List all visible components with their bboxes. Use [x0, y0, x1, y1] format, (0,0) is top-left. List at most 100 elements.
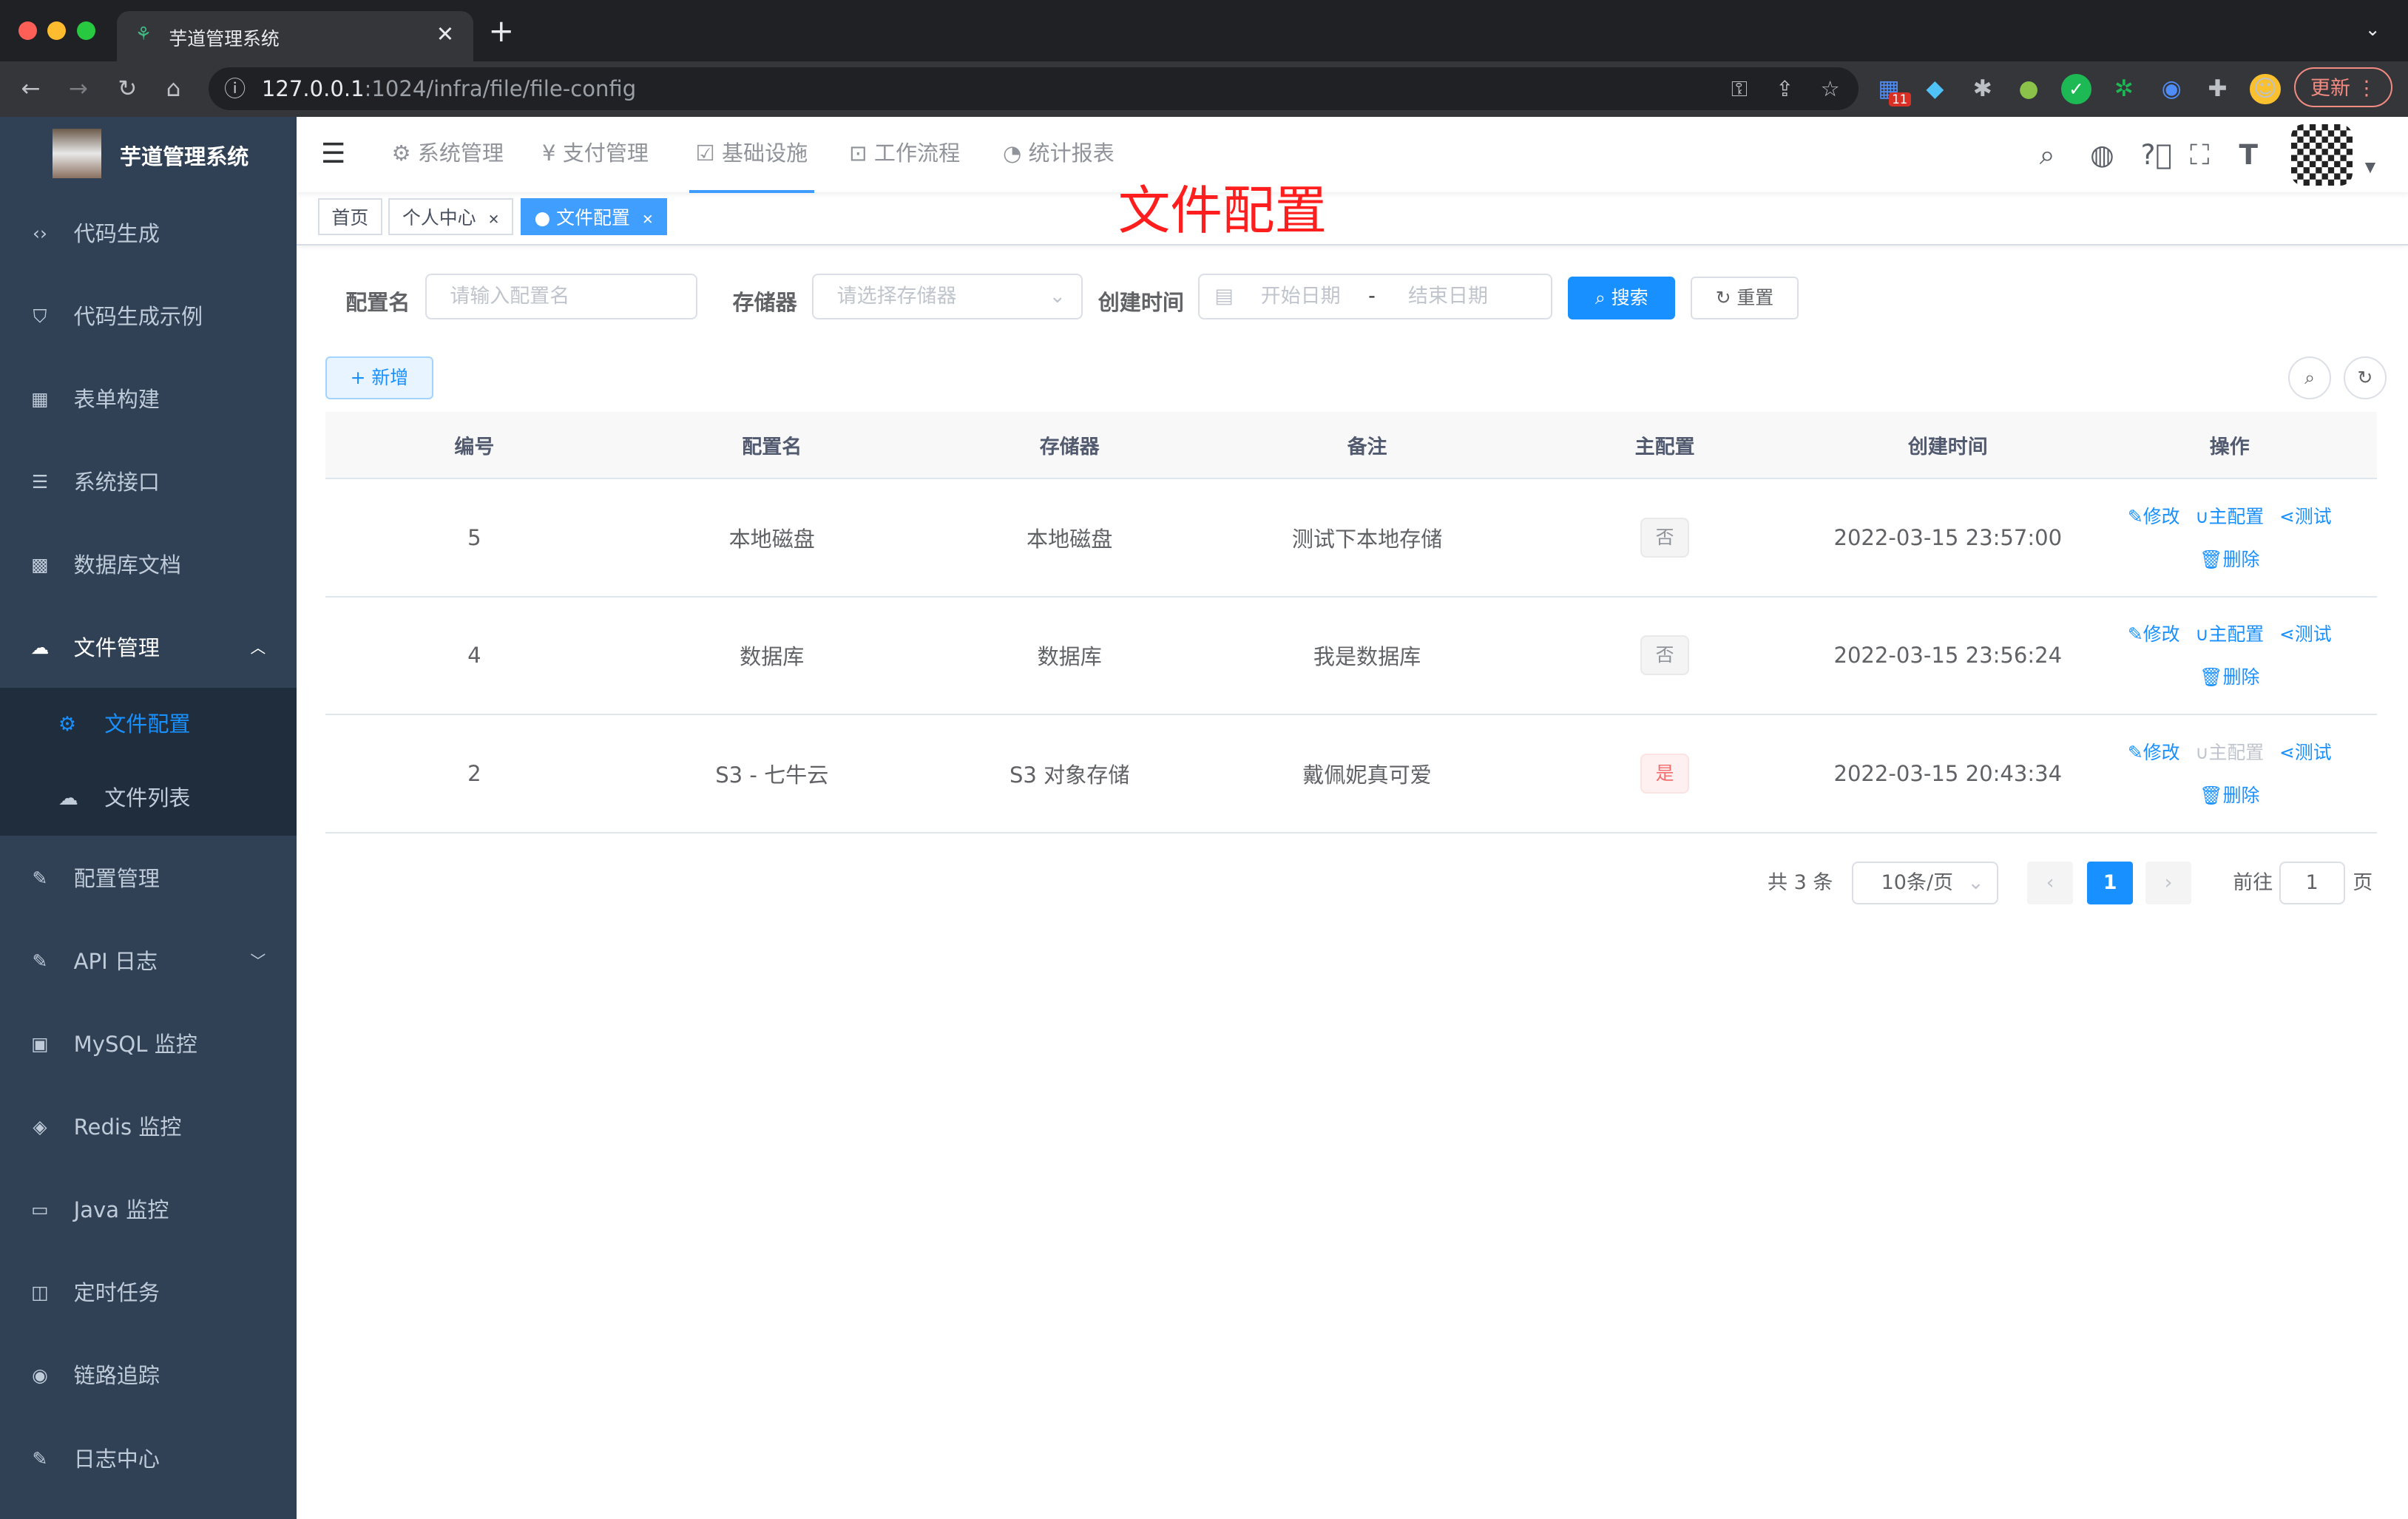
sidebar-item-1[interactable]: ⛉ 代码生成示例	[0, 275, 297, 358]
test-button[interactable]: ⋖测试	[2279, 623, 2332, 645]
refresh-icon[interactable]: ↻	[2343, 356, 2387, 399]
caret-down-icon[interactable]: ▼	[2365, 160, 2375, 175]
minimize-window-button[interactable]	[47, 21, 67, 40]
gem-extension-icon[interactable]: ◆	[1920, 74, 1951, 105]
cloud-upload-icon: ☁	[58, 786, 78, 810]
delete-button[interactable]: 🗑删除	[2199, 785, 2259, 806]
edit-icon: ✎	[2127, 742, 2143, 764]
top-menu-0[interactable]: ⚙ 系统管理	[391, 117, 504, 191]
help-icon[interactable]: ?⃝	[2141, 138, 2172, 171]
new-tab-icon[interactable]: +	[488, 13, 514, 49]
extension-icon[interactable]: ✱	[1967, 74, 1998, 105]
cell-created: 2022-03-15 20:43:34	[1813, 714, 2083, 834]
user-avatar[interactable]	[2291, 124, 2353, 186]
prev-page-button[interactable]: ‹	[2026, 861, 2074, 905]
sidebar-item-9[interactable]: ◈ Redis 监控	[0, 1086, 297, 1168]
hamburger-icon[interactable]: ☰	[321, 137, 346, 169]
sidebar-item-label: 数据库文档	[73, 552, 181, 578]
edit-label: 修改	[2142, 623, 2180, 646]
next-page-button[interactable]: ›	[2145, 861, 2192, 905]
toggle-search-icon[interactable]: ⌕	[2287, 356, 2332, 399]
back-icon[interactable]: ←	[16, 74, 47, 105]
test-button[interactable]: ⋖测试	[2279, 742, 2332, 763]
end-date[interactable]: 结束日期	[1408, 275, 1488, 318]
top-menu-3[interactable]: ⊡ 工作流程	[849, 117, 960, 191]
tag-2[interactable]: ● 文件配置 ✕	[520, 197, 668, 235]
extension-icon[interactable]: ✲	[2108, 74, 2140, 105]
favicon-icon: ⚘	[135, 23, 152, 45]
submenu-item-1[interactable]: ☁ 文件列表	[0, 762, 297, 836]
edit-icon: ✎	[2127, 505, 2143, 527]
close-tag-icon[interactable]: ✕	[642, 212, 654, 228]
config-name-input[interactable]: 请输入配置名	[425, 273, 697, 319]
browser-tab[interactable]: ⚘ 芋道管理系统 ✕	[116, 10, 473, 62]
forward-icon[interactable]: →	[63, 74, 94, 105]
submenu-item-0[interactable]: ⚙ 文件配置	[0, 688, 297, 762]
edit-button[interactable]: ✎修改	[2128, 623, 2180, 645]
reset-button[interactable]: ↻ 重置	[1691, 276, 1799, 319]
delete-button[interactable]: 🗑删除	[2199, 549, 2259, 570]
storage-select[interactable]: 请选择存储器 ⌄	[812, 273, 1083, 319]
sidebar-item-11[interactable]: ◫ 定时任务	[0, 1251, 297, 1334]
update-button[interactable]: 更新 ⋮	[2294, 67, 2393, 108]
maximize-window-button[interactable]	[76, 21, 95, 40]
tab-list-chevron-icon[interactable]: ⌄	[2365, 18, 2381, 40]
screen-icon: ▭	[31, 1199, 49, 1221]
reload-icon[interactable]: ↻	[112, 74, 143, 105]
set-master-button[interactable]: ∪主配置	[2195, 506, 2264, 527]
extension-icon[interactable]: ✓	[2060, 73, 2092, 105]
key-icon[interactable]: ⚿	[1731, 67, 1748, 110]
sidebar-item-6[interactable]: ✎ 配置管理	[0, 837, 297, 920]
page-1-button[interactable]: 1	[2086, 861, 2134, 905]
close-tag-icon[interactable]: ✕	[488, 212, 500, 228]
page-size-value: 10条/页	[1881, 870, 1954, 894]
top-menu-1[interactable]: ¥ 支付管理	[542, 117, 649, 191]
search-icon[interactable]: ⌕	[2040, 138, 2055, 172]
page-size-select[interactable]: 10条/页 ⌄	[1852, 861, 1998, 905]
font-size-icon[interactable]: T	[2239, 138, 2258, 171]
profile-avatar[interactable]: ☺	[2250, 73, 2281, 105]
top-menu-2[interactable]: ☑ 基础设施	[689, 117, 814, 194]
sidebar-item-4[interactable]: ▩ 数据库文档	[0, 524, 297, 606]
set-master-button[interactable]: ∪主配置	[2195, 742, 2264, 763]
date-range-picker[interactable]: ▤ 开始日期 - 结束日期	[1197, 273, 1553, 319]
chevron-down-icon: ⌄	[1967, 870, 1984, 894]
sidebar-item-7[interactable]: ✎ API 日志 ﹀	[0, 920, 297, 1003]
home-icon[interactable]: ⌂	[158, 74, 189, 105]
sidebar-item-5[interactable]: ☁ 文件管理 ︿	[0, 606, 297, 689]
start-date[interactable]: 开始日期	[1261, 275, 1341, 318]
create-time-label: 创建时间	[1098, 290, 1184, 316]
test-button[interactable]: ⋖测试	[2279, 506, 2332, 527]
sidebar-item-0[interactable]: ‹› 代码生成	[0, 192, 297, 275]
fullscreen-icon[interactable]: ⛶	[2190, 138, 2209, 172]
tag-0[interactable]: 首页	[317, 197, 382, 235]
github-icon[interactable]: ◍	[2090, 138, 2114, 171]
set-master-button[interactable]: ∪主配置	[2195, 623, 2264, 645]
sidebar-item-8[interactable]: ▣ MySQL 监控	[0, 1003, 297, 1086]
goto-page-input[interactable]: 1	[2279, 861, 2345, 905]
close-window-button[interactable]	[18, 21, 37, 40]
sidebar-item-12[interactable]: ◉ 链路追踪	[0, 1334, 297, 1417]
delete-button[interactable]: 🗑删除	[2199, 666, 2259, 688]
add-button[interactable]: + 新增	[325, 356, 433, 399]
top-menu-4[interactable]: ◔ 统计报表	[1003, 117, 1115, 191]
sidebar-item-3[interactable]: ☰ 系统接口	[0, 441, 297, 524]
extension-icon[interactable]: ●	[2013, 74, 2044, 105]
tag-label: 个人中心	[402, 206, 476, 229]
bookmark-star-icon[interactable]: ☆	[1821, 67, 1840, 110]
sidebar-item-label: 链路追踪	[73, 1363, 160, 1389]
cell-remark: 我是数据库	[1218, 596, 1516, 716]
edit-button[interactable]: ✎修改	[2128, 742, 2180, 763]
search-button[interactable]: ⌕ 搜索	[1568, 276, 1676, 319]
puzzle-icon[interactable]: ✚	[2202, 74, 2233, 105]
sidebar-item-2[interactable]: ▦ 表单构建	[0, 358, 297, 441]
share-icon[interactable]: ⇪	[1776, 67, 1793, 110]
sidebar-item-13[interactable]: ✎ 日志中心	[0, 1418, 297, 1501]
url-input[interactable]: ⓘ 127.0.0.1:1024/infra/file/file-config …	[209, 67, 1859, 111]
edit-button[interactable]: ✎修改	[2128, 506, 2180, 527]
tag-1[interactable]: 个人中心 ✕	[388, 197, 514, 235]
eye-extension-icon[interactable]: ◉	[2156, 74, 2187, 105]
sidebar-item-10[interactable]: ▭ Java 监控	[0, 1168, 297, 1251]
cell-created: 2022-03-15 23:56:24	[1813, 596, 2083, 716]
close-tab-icon[interactable]: ✕	[436, 21, 454, 47]
